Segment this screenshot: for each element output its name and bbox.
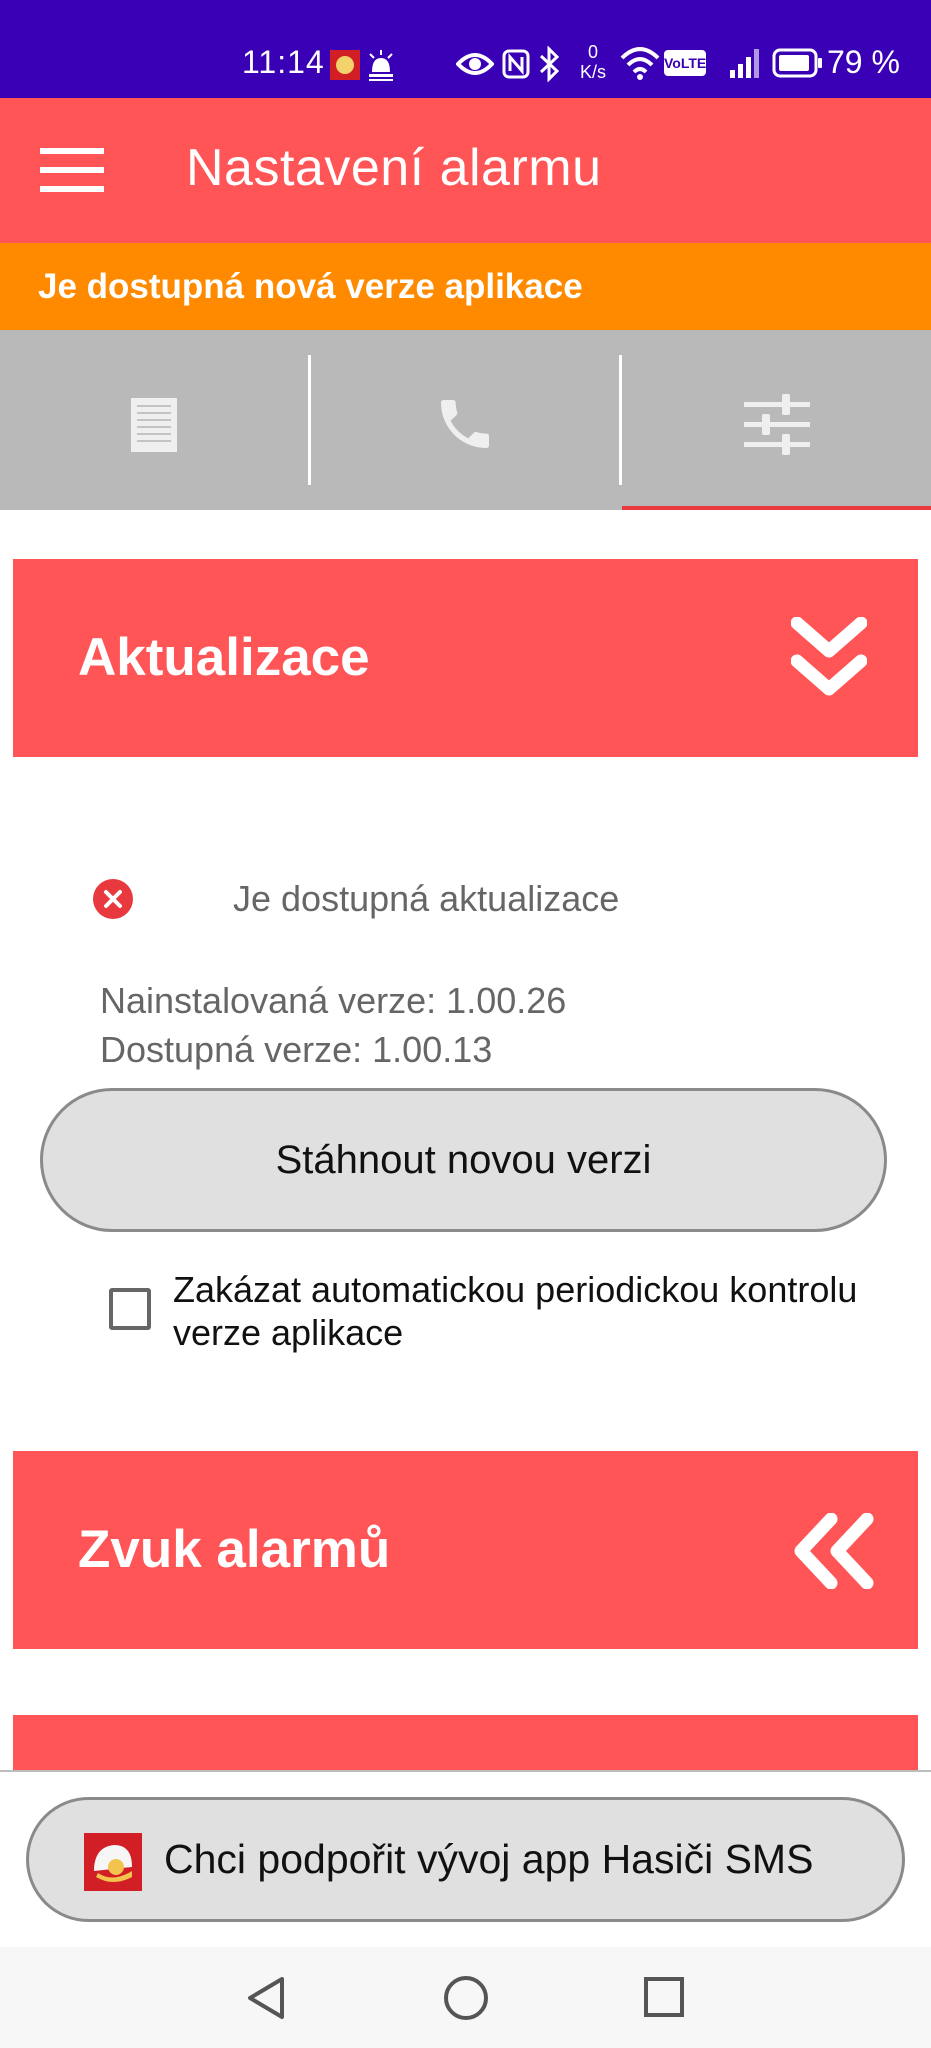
new-version-banner[interactable]: Je dostupná nová verze aplikace bbox=[0, 243, 931, 330]
volte-badge: VoLTE bbox=[664, 50, 706, 76]
page-title: Nastavení alarmu bbox=[186, 139, 602, 197]
update-status-text: Je dostupná aktualizace bbox=[233, 878, 620, 919]
tab-list[interactable] bbox=[0, 330, 310, 510]
banner-text: Je dostupná nová verze aplikace bbox=[38, 267, 583, 306]
available-version: Dostupná verze: 1.00.13 bbox=[100, 1029, 493, 1070]
app-notification-icon bbox=[330, 50, 360, 80]
download-new-version-button[interactable]: Stáhnout novou verzi bbox=[40, 1088, 887, 1232]
bluetooth-icon bbox=[539, 46, 560, 82]
chevron-double-down-icon bbox=[791, 617, 867, 696]
alarm-icon bbox=[369, 50, 393, 81]
back-icon[interactable] bbox=[244, 1975, 288, 2021]
document-icon bbox=[131, 398, 177, 452]
network-speed: 0 K/s bbox=[579, 42, 606, 82]
phone-icon bbox=[441, 400, 489, 448]
section-title-updates: Aktualizace bbox=[78, 628, 370, 687]
error-icon bbox=[93, 879, 133, 919]
wifi-icon bbox=[620, 47, 660, 80]
section-header-next[interactable] bbox=[13, 1715, 918, 1771]
nfc-icon bbox=[502, 49, 530, 79]
recents-icon[interactable] bbox=[643, 1976, 685, 2018]
battery-icon bbox=[772, 48, 822, 78]
support-development-button[interactable]: Chci podpořit vývoj app Hasiči SMS bbox=[26, 1797, 905, 1922]
signal-icon bbox=[730, 49, 759, 78]
battery-percent: 79 % bbox=[827, 44, 900, 80]
tab-bar bbox=[0, 330, 931, 510]
app-logo-icon bbox=[84, 1833, 142, 1891]
app-bar: Nastavení alarmu bbox=[0, 98, 931, 243]
status-bar: 11:14 0 K/s VoLTE 79 % bbox=[0, 0, 931, 98]
tab-phone[interactable] bbox=[311, 330, 621, 510]
system-nav-bar bbox=[0, 1947, 931, 2048]
tab-settings[interactable] bbox=[622, 330, 931, 510]
status-time: 11:14 bbox=[242, 44, 325, 80]
eye-icon bbox=[456, 53, 494, 75]
section-header-updates[interactable]: Aktualizace bbox=[13, 559, 918, 757]
installed-version: Nainstalovaná verze: 1.00.26 bbox=[100, 980, 567, 1021]
chevron-double-left-icon bbox=[794, 1513, 874, 1589]
support-button-label: Chci podpořit vývoj app Hasiči SMS bbox=[164, 1836, 814, 1882]
home-icon[interactable] bbox=[443, 1975, 489, 2021]
sliders-icon bbox=[744, 394, 810, 455]
section-title-alarm-sound: Zvuk alarmů bbox=[78, 1520, 391, 1579]
tab-selected-indicator bbox=[622, 506, 931, 510]
disable-auto-check-checkbox[interactable] bbox=[109, 1288, 151, 1330]
disable-auto-check-label: Zakázat automatickou periodickou kontrol… bbox=[173, 1269, 858, 1353]
menu-icon[interactable] bbox=[40, 148, 104, 192]
section-header-alarm-sound[interactable]: Zvuk alarmů bbox=[13, 1451, 918, 1649]
